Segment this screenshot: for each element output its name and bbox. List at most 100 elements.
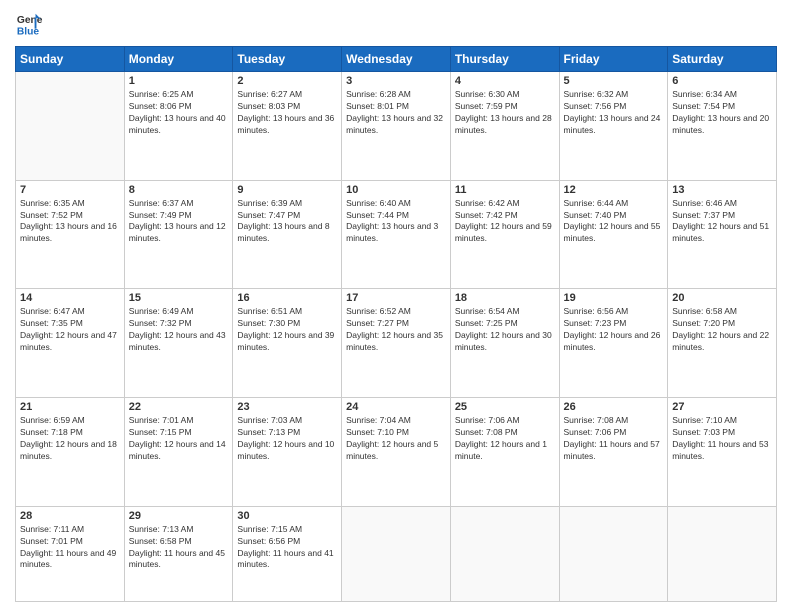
day-number: 22 xyxy=(129,401,229,413)
calendar-table: SundayMondayTuesdayWednesdayThursdayFrid… xyxy=(15,46,777,602)
calendar-header-friday: Friday xyxy=(559,47,668,72)
day-info: Sunrise: 7:15 AMSunset: 6:56 PMDaylight:… xyxy=(237,524,337,572)
calendar-cell: 29Sunrise: 7:13 AMSunset: 6:58 PMDayligh… xyxy=(124,506,233,601)
day-info: Sunrise: 6:39 AMSunset: 7:47 PMDaylight:… xyxy=(237,198,337,246)
day-number: 26 xyxy=(564,401,664,413)
calendar-week-row: 28 Sunrise: 7:11 AMSunset: 7:01 PMDayligh… xyxy=(16,506,777,601)
calendar-header-thursday: Thursday xyxy=(450,47,559,72)
day-number: 28 xyxy=(20,510,120,522)
day-number: 17 xyxy=(346,292,446,304)
calendar-cell: 8 Sunrise: 6:37 AMSunset: 7:49 PMDaylight… xyxy=(124,180,233,289)
day-info: Sunrise: 6:30 AMSunset: 7:59 PMDaylight:… xyxy=(455,89,555,137)
day-info: Sunrise: 6:35 AMSunset: 7:52 PMDaylight:… xyxy=(20,198,120,246)
calendar-header-tuesday: Tuesday xyxy=(233,47,342,72)
day-info: Sunrise: 6:58 AMSunset: 7:20 PMDaylight:… xyxy=(672,306,772,354)
day-number: 21 xyxy=(20,401,120,413)
calendar-header-row: SundayMondayTuesdayWednesdayThursdayFrid… xyxy=(16,47,777,72)
calendar-cell: 18 Sunrise: 6:54 AMSunset: 7:25 PMDayligh… xyxy=(450,289,559,398)
day-info: Sunrise: 6:28 AMSunset: 8:01 PMDaylight:… xyxy=(346,89,446,137)
day-info: Sunrise: 6:59 AMSunset: 7:18 PMDaylight:… xyxy=(20,415,120,463)
day-number: 15 xyxy=(129,292,229,304)
calendar-cell: 3 Sunrise: 6:28 AMSunset: 8:01 PMDaylight… xyxy=(342,72,451,181)
day-info: Sunrise: 7:11 AMSunset: 7:01 PMDaylight:… xyxy=(20,524,120,572)
calendar-cell: 27 Sunrise: 7:10 AMSunset: 7:03 PMDayligh… xyxy=(668,398,777,507)
calendar-cell: 23Sunrise: 7:03 AMSunset: 7:13 PMDayligh… xyxy=(233,398,342,507)
day-number: 27 xyxy=(672,401,772,413)
day-info: Sunrise: 6:32 AMSunset: 7:56 PMDaylight:… xyxy=(564,89,664,137)
day-number: 2 xyxy=(237,75,337,87)
day-info: Sunrise: 6:52 AMSunset: 7:27 PMDaylight:… xyxy=(346,306,446,354)
day-info: Sunrise: 6:27 AMSunset: 8:03 PMDaylight:… xyxy=(237,89,337,137)
day-number: 8 xyxy=(129,184,229,196)
day-info: Sunrise: 6:47 AMSunset: 7:35 PMDaylight:… xyxy=(20,306,120,354)
calendar-cell: 9 Sunrise: 6:39 AMSunset: 7:47 PMDaylight… xyxy=(233,180,342,289)
calendar-header-saturday: Saturday xyxy=(668,47,777,72)
day-info: Sunrise: 6:46 AMSunset: 7:37 PMDaylight:… xyxy=(672,198,772,246)
calendar-week-row: 14Sunrise: 6:47 AMSunset: 7:35 PMDayligh… xyxy=(16,289,777,398)
calendar-header-wednesday: Wednesday xyxy=(342,47,451,72)
calendar-cell: 5 Sunrise: 6:32 AMSunset: 7:56 PMDaylight… xyxy=(559,72,668,181)
logo-icon: General Blue xyxy=(15,10,43,38)
day-info: Sunrise: 7:01 AMSunset: 7:15 PMDaylight:… xyxy=(129,415,229,463)
calendar-cell: 1 Sunrise: 6:25 AMSunset: 8:06 PMDaylight… xyxy=(124,72,233,181)
calendar-cell: 16 Sunrise: 6:51 AMSunset: 7:30 PMDayligh… xyxy=(233,289,342,398)
calendar-header-monday: Monday xyxy=(124,47,233,72)
calendar-cell: 14Sunrise: 6:47 AMSunset: 7:35 PMDayligh… xyxy=(16,289,125,398)
calendar-week-row: 7 Sunrise: 6:35 AMSunset: 7:52 PMDaylight… xyxy=(16,180,777,289)
page-header: General Blue xyxy=(15,10,777,38)
day-number: 10 xyxy=(346,184,446,196)
day-info: Sunrise: 6:54 AMSunset: 7:25 PMDaylight:… xyxy=(455,306,555,354)
day-info: Sunrise: 6:37 AMSunset: 7:49 PMDaylight:… xyxy=(129,198,229,246)
day-number: 23 xyxy=(237,401,337,413)
day-number: 16 xyxy=(237,292,337,304)
day-number: 6 xyxy=(672,75,772,87)
day-info: Sunrise: 7:08 AMSunset: 7:06 PMDaylight:… xyxy=(564,415,664,463)
day-info: Sunrise: 6:51 AMSunset: 7:30 PMDaylight:… xyxy=(237,306,337,354)
calendar-cell xyxy=(668,506,777,601)
day-info: Sunrise: 6:40 AMSunset: 7:44 PMDaylight:… xyxy=(346,198,446,246)
svg-text:General: General xyxy=(17,15,43,26)
day-number: 12 xyxy=(564,184,664,196)
calendar-header-sunday: Sunday xyxy=(16,47,125,72)
day-number: 9 xyxy=(237,184,337,196)
calendar-cell: 19 Sunrise: 6:56 AMSunset: 7:23 PMDayligh… xyxy=(559,289,668,398)
calendar-cell: 4 Sunrise: 6:30 AMSunset: 7:59 PMDaylight… xyxy=(450,72,559,181)
day-number: 5 xyxy=(564,75,664,87)
day-info: Sunrise: 7:10 AMSunset: 7:03 PMDaylight:… xyxy=(672,415,772,463)
day-info: Sunrise: 6:25 AMSunset: 8:06 PMDaylight:… xyxy=(129,89,229,137)
calendar-cell: 25Sunrise: 7:06 AMSunset: 7:08 PMDayligh… xyxy=(450,398,559,507)
day-number: 18 xyxy=(455,292,555,304)
day-number: 3 xyxy=(346,75,446,87)
calendar-cell: 26 Sunrise: 7:08 AMSunset: 7:06 PMDayligh… xyxy=(559,398,668,507)
day-number: 13 xyxy=(672,184,772,196)
day-number: 7 xyxy=(20,184,120,196)
calendar-week-row: 21 Sunrise: 6:59 AMSunset: 7:18 PMDayligh… xyxy=(16,398,777,507)
day-number: 20 xyxy=(672,292,772,304)
calendar-cell: 13 Sunrise: 6:46 AMSunset: 7:37 PMDayligh… xyxy=(668,180,777,289)
day-number: 4 xyxy=(455,75,555,87)
day-number: 29 xyxy=(129,510,229,522)
day-info: Sunrise: 6:34 AMSunset: 7:54 PMDaylight:… xyxy=(672,89,772,137)
calendar-cell: 15 Sunrise: 6:49 AMSunset: 7:32 PMDayligh… xyxy=(124,289,233,398)
calendar-cell xyxy=(16,72,125,181)
calendar-cell: 2 Sunrise: 6:27 AMSunset: 8:03 PMDaylight… xyxy=(233,72,342,181)
day-number: 1 xyxy=(129,75,229,87)
calendar-cell xyxy=(559,506,668,601)
calendar-cell: 30 Sunrise: 7:15 AMSunset: 6:56 PMDayligh… xyxy=(233,506,342,601)
calendar-cell: 6 Sunrise: 6:34 AMSunset: 7:54 PMDaylight… xyxy=(668,72,777,181)
day-info: Sunrise: 6:56 AMSunset: 7:23 PMDaylight:… xyxy=(564,306,664,354)
logo: General Blue xyxy=(15,10,43,38)
calendar-cell: 11 Sunrise: 6:42 AMSunset: 7:42 PMDayligh… xyxy=(450,180,559,289)
day-number: 30 xyxy=(237,510,337,522)
calendar-cell: 12 Sunrise: 6:44 AMSunset: 7:40 PMDayligh… xyxy=(559,180,668,289)
day-info: Sunrise: 6:49 AMSunset: 7:32 PMDaylight:… xyxy=(129,306,229,354)
calendar-cell: 17 Sunrise: 6:52 AMSunset: 7:27 PMDayligh… xyxy=(342,289,451,398)
day-number: 11 xyxy=(455,184,555,196)
day-number: 25 xyxy=(455,401,555,413)
day-info: Sunrise: 7:04 AMSunset: 7:10 PMDaylight:… xyxy=(346,415,446,463)
calendar-cell xyxy=(342,506,451,601)
day-info: Sunrise: 6:42 AMSunset: 7:42 PMDaylight:… xyxy=(455,198,555,246)
day-number: 19 xyxy=(564,292,664,304)
calendar-cell: 21 Sunrise: 6:59 AMSunset: 7:18 PMDayligh… xyxy=(16,398,125,507)
day-info: Sunrise: 6:44 AMSunset: 7:40 PMDaylight:… xyxy=(564,198,664,246)
